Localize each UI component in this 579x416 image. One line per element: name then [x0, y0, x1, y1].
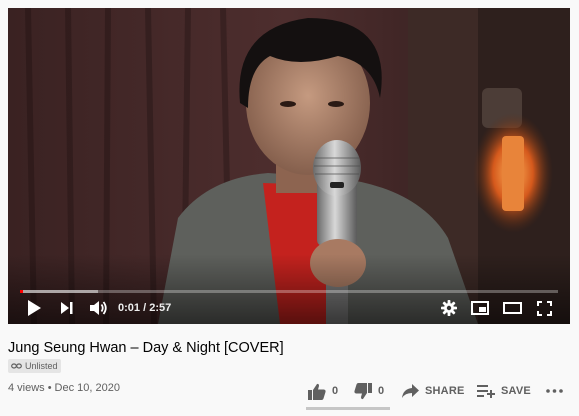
upload-date: Dec 10, 2020: [54, 382, 120, 394]
video-player[interactable]: 0:01 / 2:57: [8, 8, 570, 324]
next-button[interactable]: [56, 297, 78, 319]
play-icon: [28, 300, 41, 316]
settings-button[interactable]: [437, 296, 461, 320]
time-separator: /: [143, 302, 147, 314]
visibility-label: Unlisted: [25, 361, 58, 371]
volume-button[interactable]: [86, 296, 110, 320]
save-label: SAVE: [501, 385, 531, 397]
video-meta: 4 views • Dec 10, 2020: [8, 382, 120, 394]
more-actions-button[interactable]: [546, 377, 563, 405]
like-button[interactable]: 0: [308, 377, 338, 405]
gear-icon: [441, 300, 457, 316]
time-display: 0:01 / 2:57: [118, 299, 171, 317]
thumbs-up-icon: [308, 383, 326, 400]
dislike-count: 0: [378, 385, 385, 397]
theater-mode-button[interactable]: [500, 296, 524, 320]
playlist-add-icon: [477, 385, 495, 398]
save-button[interactable]: SAVE: [477, 377, 531, 405]
like-count: 0: [332, 385, 339, 397]
skip-next-icon: [61, 302, 73, 314]
sentiment-bar: [306, 407, 390, 410]
time-current: 0:01: [118, 302, 141, 314]
video-title: Jung Seung Hwan – Day & Night [COVER]: [8, 340, 284, 356]
progress-bar[interactable]: [20, 290, 558, 293]
video-watch-page: 0:01 / 2:57 Jung Seung Hwan – Day & Nigh…: [0, 0, 579, 416]
share-button[interactable]: SHARE: [402, 377, 465, 405]
more-horizontal-icon: [546, 389, 563, 393]
unlisted-badge: Unlisted: [8, 359, 61, 373]
link-icon: [11, 363, 22, 369]
miniplayer-icon: [471, 301, 489, 315]
progress-played: [20, 290, 24, 293]
view-count: 4 views: [8, 382, 45, 394]
dislike-button[interactable]: 0: [354, 377, 384, 405]
fullscreen-button[interactable]: [532, 296, 556, 320]
theater-mode-icon: [502, 302, 522, 314]
share-label: SHARE: [425, 385, 465, 397]
thumbs-down-icon: [354, 382, 372, 399]
volume-icon: [89, 301, 107, 315]
fullscreen-icon: [536, 300, 552, 316]
meta-separator: •: [47, 382, 52, 394]
progress-buffered: [20, 290, 98, 293]
share-icon: [402, 384, 419, 398]
miniplayer-button[interactable]: [468, 296, 492, 320]
play-button[interactable]: [22, 296, 46, 320]
time-duration: 2:57: [149, 302, 172, 314]
